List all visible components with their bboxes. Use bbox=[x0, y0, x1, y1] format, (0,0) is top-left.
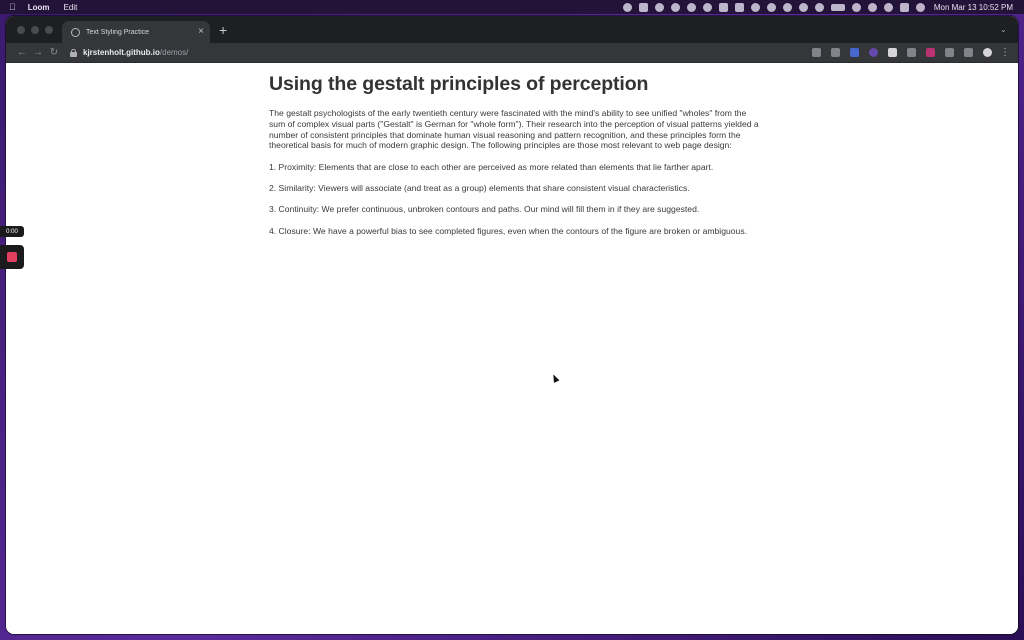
back-button[interactable]: ← bbox=[14, 47, 30, 58]
principle-closure: 4. Closure: We have a powerful bias to s… bbox=[269, 225, 748, 236]
moon-icon[interactable] bbox=[782, 2, 792, 12]
loom-stop-button[interactable] bbox=[0, 245, 24, 269]
status-icon[interactable] bbox=[622, 2, 632, 12]
page-title: Using the gestalt principles of percepti… bbox=[269, 73, 649, 95]
status-icon[interactable] bbox=[798, 2, 808, 12]
status-icon[interactable] bbox=[718, 2, 728, 12]
time-machine-icon[interactable] bbox=[814, 2, 824, 12]
extension-icon[interactable] bbox=[907, 48, 916, 57]
status-icon[interactable] bbox=[734, 2, 744, 12]
browser-toolbar: ← → ↻ kjrstenholt.github.io/demos/ ⋮ bbox=[6, 43, 1018, 63]
tab-active[interactable]: Text Styling Practice × bbox=[62, 21, 210, 43]
globe-icon bbox=[71, 27, 80, 37]
principle-similarity: 2. Similarity: Viewers will associate (a… bbox=[269, 182, 690, 193]
tab-title: Text Styling Practice bbox=[86, 28, 150, 36]
principle-continuity: 3. Continuity: We prefer continuous, unb… bbox=[269, 204, 700, 215]
status-icon[interactable] bbox=[654, 2, 664, 12]
more-menu-icon[interactable]: ⋮ bbox=[1000, 47, 1010, 58]
minimize-window-button[interactable] bbox=[31, 26, 39, 34]
status-icon[interactable] bbox=[670, 2, 680, 12]
url-path: /demos/ bbox=[159, 48, 189, 57]
new-tab-button[interactable]: + bbox=[219, 23, 227, 37]
article: Using the gestalt principles of percepti… bbox=[269, 73, 761, 247]
loom-timer: 0:00 bbox=[0, 226, 24, 237]
battery-icon[interactable] bbox=[830, 3, 845, 11]
control-center-icon[interactable] bbox=[899, 2, 909, 12]
close-tab-icon[interactable]: × bbox=[198, 27, 204, 37]
status-icon[interactable] bbox=[638, 2, 648, 12]
macos-menubar:  Loom Edit Mon Mar 13 10:52 PM bbox=[0, 0, 1024, 14]
reload-button[interactable]: ↻ bbox=[46, 47, 62, 58]
tab-bar: Text Styling Practice × + ⌄ bbox=[6, 16, 1018, 43]
status-icon[interactable] bbox=[702, 2, 712, 12]
siri-icon[interactable] bbox=[915, 2, 925, 12]
lock-icon[interactable] bbox=[70, 48, 77, 57]
stop-record-icon bbox=[7, 252, 17, 262]
profile-avatar[interactable] bbox=[983, 48, 992, 57]
extensions-puzzle-icon[interactable] bbox=[945, 48, 954, 57]
apple-icon[interactable]:  bbox=[9, 2, 16, 12]
menubar-clock[interactable]: Mon Mar 13 10:52 PM bbox=[934, 3, 1013, 12]
status-icon[interactable] bbox=[750, 2, 760, 12]
bookmark-star-icon[interactable] bbox=[831, 48, 840, 57]
tab-search-icon[interactable]: ⌄ bbox=[1000, 25, 1008, 34]
url-host: kjrstenholt.github.io bbox=[83, 48, 160, 57]
window-controls bbox=[17, 26, 53, 34]
wifi-icon[interactable] bbox=[851, 2, 861, 12]
address-bar[interactable]: kjrstenholt.github.io/demos/ bbox=[70, 46, 802, 60]
extension-icon[interactable] bbox=[888, 48, 897, 57]
user-icon[interactable] bbox=[867, 2, 877, 12]
status-icon[interactable] bbox=[766, 2, 776, 12]
extension-icon[interactable] bbox=[926, 48, 935, 57]
browser-window: Text Styling Practice × + ⌄ ← → ↻ kjrste… bbox=[6, 16, 1018, 634]
page-viewport: Using the gestalt principles of percepti… bbox=[6, 63, 1018, 634]
menu-app-name[interactable]: Loom bbox=[28, 3, 50, 12]
forward-button[interactable]: → bbox=[30, 47, 46, 58]
principle-proximity: 1. Proximity: Elements that are close to… bbox=[269, 161, 714, 172]
search-icon[interactable] bbox=[883, 2, 893, 12]
zoom-window-button[interactable] bbox=[45, 26, 53, 34]
intro-paragraph: The gestalt psychologists of the early t… bbox=[269, 108, 759, 151]
share-icon[interactable] bbox=[812, 48, 821, 57]
close-window-button[interactable] bbox=[17, 26, 25, 34]
extension-icon[interactable] bbox=[850, 48, 859, 57]
toolbar-actions: ⋮ bbox=[802, 47, 1010, 58]
status-icon[interactable] bbox=[686, 2, 696, 12]
side-panel-icon[interactable] bbox=[964, 48, 973, 57]
menu-edit[interactable]: Edit bbox=[64, 3, 78, 12]
extension-icon[interactable] bbox=[869, 48, 878, 57]
